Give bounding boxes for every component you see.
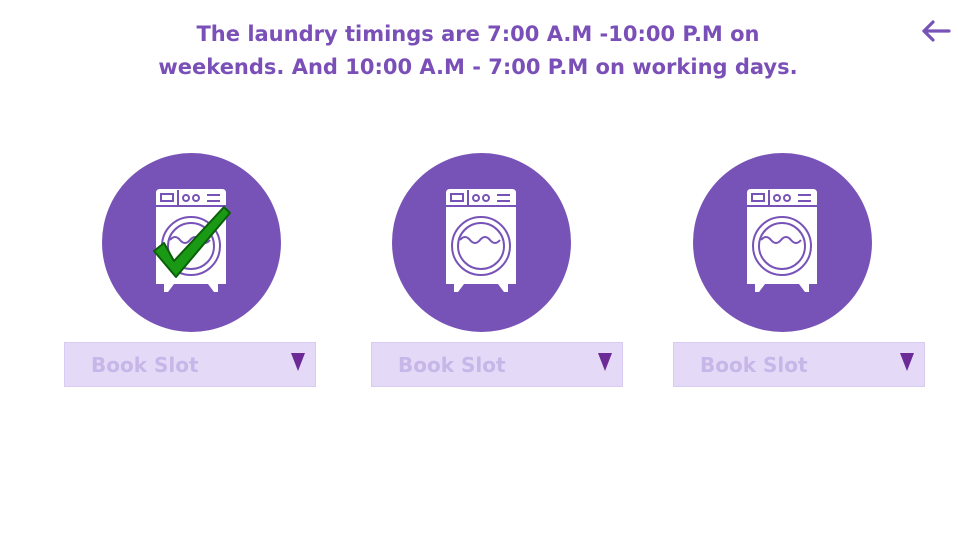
timings-line-2: weekends. And 10:00 A.M - 7:00 P.M on wo… (158, 55, 798, 79)
checkmark-icon (153, 206, 231, 278)
machine-button-1[interactable] (102, 153, 281, 332)
washing-machine-icon (747, 189, 817, 292)
machine-button-2[interactable] (392, 153, 571, 332)
timings-line-1: The laundry timings are 7:00 A.M -10:00 … (196, 22, 760, 46)
laundry-timings-text: The laundry timings are 7:00 A.M -10:00 … (150, 18, 806, 84)
back-button[interactable] (918, 14, 954, 50)
machine-card-2: Book Slot (371, 153, 623, 387)
book-slot-select-3[interactable]: Book Slot (673, 342, 925, 387)
machine-card-1: Book Slot (64, 153, 316, 387)
laundry-page: The laundry timings are 7:00 A.M -10:00 … (0, 0, 958, 533)
washing-machine-icon (446, 189, 516, 292)
book-slot-label: Book Slot (91, 353, 199, 377)
dropdown-arrow-icon (291, 353, 305, 371)
arrow-left-icon (922, 20, 951, 42)
dropdown-arrow-icon (598, 353, 612, 371)
machine-button-3[interactable] (693, 153, 872, 332)
book-slot-select-2[interactable]: Book Slot (371, 342, 623, 387)
book-slot-label: Book Slot (700, 353, 808, 377)
machine-card-3: Book Slot (673, 153, 925, 387)
book-slot-label: Book Slot (398, 353, 506, 377)
dropdown-arrow-icon (900, 353, 914, 371)
book-slot-select-1[interactable]: Book Slot (64, 342, 316, 387)
